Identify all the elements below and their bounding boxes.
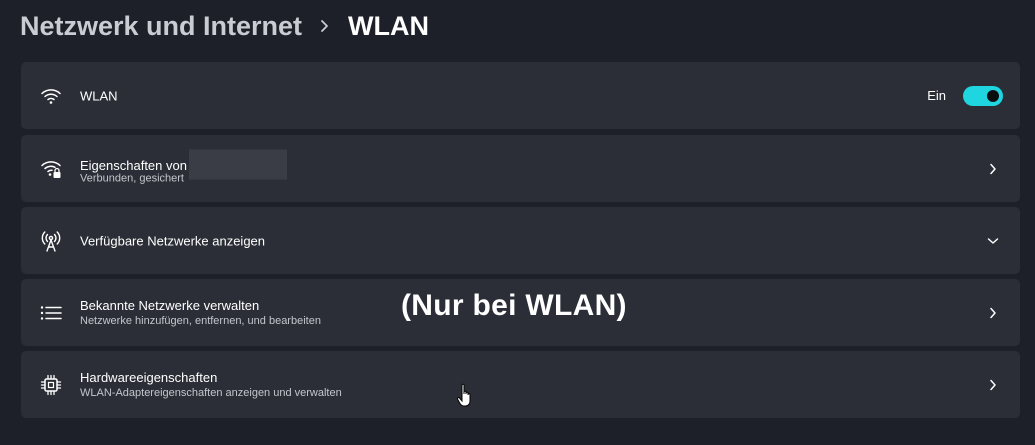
chevron-right-icon (986, 306, 1000, 320)
chevron-down-icon (986, 234, 1000, 248)
chevron-right-icon (986, 378, 1000, 392)
available-networks-title: Verfügbare Netzwerke anzeigen (80, 233, 266, 248)
hardware-subtitle: WLAN-Adaptereigenschaften anzeigen und v… (80, 386, 342, 399)
known-networks-title: Bekannte Netzwerke verwalten (80, 297, 260, 313)
hardware-properties-card[interactable]: Hardwareeigenschaften WLAN-Adaptereigens… (21, 351, 1020, 418)
wlan-title: WLAN (80, 88, 118, 103)
wifi-lock-icon (39, 157, 63, 181)
redacted-network-name (188, 149, 287, 179)
wifi-icon (39, 84, 63, 108)
settings-page: Netzwerk und Internet WLAN WLAN Ein Eige… (0, 0, 1035, 445)
hand-cursor-icon (456, 383, 474, 409)
chevron-right-icon (986, 162, 1000, 176)
antenna-icon (39, 229, 63, 253)
chevron-right-icon (320, 19, 330, 33)
wlan-toggle-card[interactable]: WLAN Ein (21, 62, 1020, 129)
page-title: WLAN (348, 10, 430, 41)
annotation-label: (Nur bei WLAN) (401, 289, 627, 322)
toggle-knob (987, 89, 999, 102)
hardware-title: Hardwareeigenschaften (80, 369, 218, 385)
wlan-toggle-switch[interactable] (963, 85, 1003, 106)
network-properties-card[interactable]: Eigenschaften von Verbunden, gesichert (21, 135, 1020, 202)
known-networks-subtitle: Netzwerke hinzufügen, entfernen, und bea… (80, 314, 321, 327)
list-icon (39, 301, 63, 325)
breadcrumb: Netzwerk und Internet WLAN (20, 6, 429, 46)
toggle-state-label: Ein (927, 88, 946, 103)
chip-icon (39, 373, 63, 397)
available-networks-card[interactable]: Verfügbare Netzwerke anzeigen (21, 207, 1020, 274)
breadcrumb-parent[interactable]: Netzwerk und Internet (20, 11, 302, 42)
